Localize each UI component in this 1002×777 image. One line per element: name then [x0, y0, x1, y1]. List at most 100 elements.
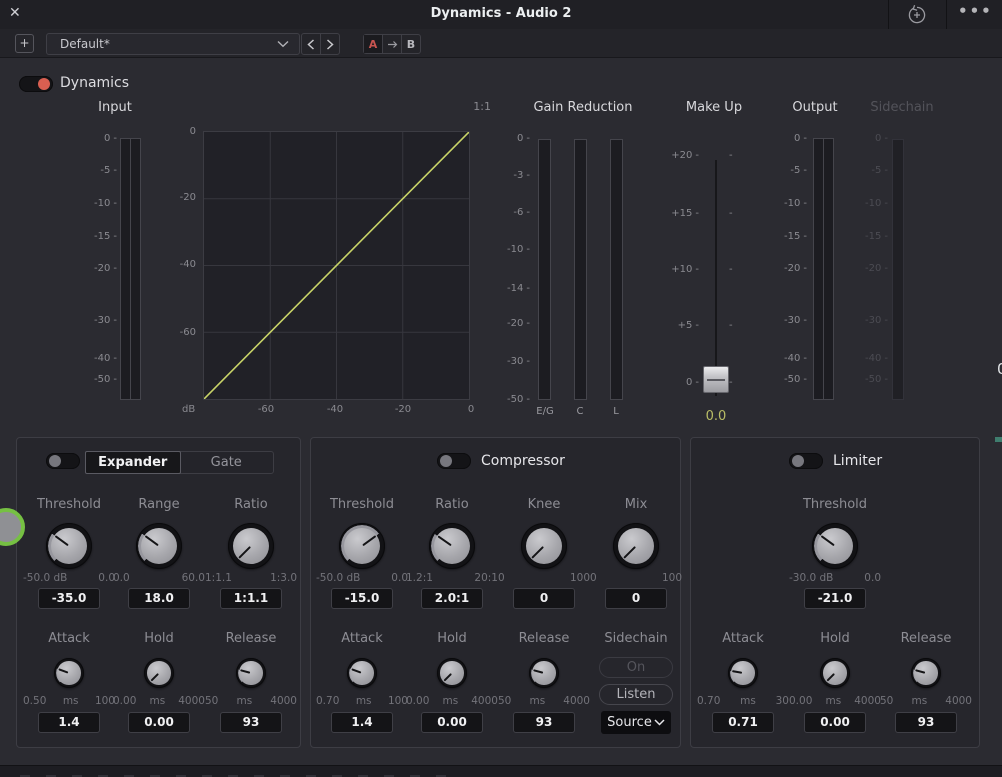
scale-label: -14	[496, 283, 530, 294]
limiter-hold-knob[interactable]	[820, 658, 850, 688]
reset-history-icon[interactable]	[906, 4, 928, 26]
chevron-down-icon	[654, 719, 665, 726]
compressor-release-value[interactable]: 93	[513, 712, 575, 733]
options-menu-icon[interactable]: •••	[958, 2, 993, 20]
compressor-release-knob[interactable]	[529, 658, 559, 688]
param-min: 50	[205, 695, 218, 707]
limiter-threshold-knob[interactable]	[812, 523, 858, 569]
sidechain-source-dropdown[interactable]: Source	[601, 711, 671, 734]
param-max: 4000	[178, 695, 205, 707]
compressor-mix-value[interactable]: 0	[605, 588, 667, 609]
expander-enable-toggle[interactable]	[46, 453, 80, 469]
expander-hold-param: Hold 0.00ms4000 0.00	[113, 631, 205, 733]
compressor-threshold-knob[interactable]	[339, 523, 385, 569]
sidechain-on-button[interactable]: On	[599, 657, 673, 678]
expander-release-knob[interactable]	[236, 658, 266, 688]
add-preset-button[interactable]: +	[15, 34, 34, 53]
expander-ratio-value[interactable]: 1:1.1	[220, 588, 282, 609]
compressor-enable-toggle[interactable]	[437, 453, 471, 469]
graph-y-label: -60	[166, 327, 196, 338]
expander-release-value[interactable]: 93	[220, 712, 282, 733]
compressor-hold-knob[interactable]	[437, 658, 467, 688]
chevron-down-icon	[277, 40, 289, 48]
dynamics-enable-toggle[interactable]	[19, 76, 53, 92]
previous-preset-button[interactable]	[302, 34, 321, 54]
toggle-dot	[49, 455, 61, 467]
ab-compare-b-button[interactable]: B	[401, 35, 420, 53]
makeup-value[interactable]: 0.0	[686, 409, 746, 424]
param-min: 0	[590, 572, 597, 584]
transfer-curve-graph[interactable]	[203, 131, 470, 400]
tab-expander[interactable]: Expander	[85, 451, 181, 474]
scale-label: -15	[847, 231, 888, 242]
ab-compare-group: A B	[363, 34, 421, 54]
sidechain-listen-button[interactable]: Listen	[599, 684, 673, 705]
limiter-hold-value[interactable]: 0.00	[804, 712, 866, 733]
compressor-knee-knob[interactable]	[521, 523, 567, 569]
expander-ratio-knob[interactable]	[228, 523, 274, 569]
scale-label: -40	[847, 353, 888, 364]
scale-label: -30	[496, 356, 530, 367]
makeup-fader-handle[interactable]	[703, 366, 729, 393]
graph-x-label: 0	[456, 404, 486, 415]
param-max: 100	[570, 572, 590, 584]
expander-hold-knob[interactable]	[144, 658, 174, 688]
param-min: -30.0 dB	[789, 572, 833, 584]
knob-pointer	[233, 655, 270, 692]
next-preset-button[interactable]	[321, 34, 339, 54]
limiter-attack-knob[interactable]	[728, 658, 758, 688]
expander-ratio-param: Ratio 1:1.11:3.0 1:1.1	[205, 497, 297, 609]
param-max: 1:3.0	[270, 572, 297, 584]
compressor-ratio-value[interactable]: 2.0:1	[421, 588, 483, 609]
graph-y-label: -20	[166, 192, 196, 203]
param-min: 1:1.1	[205, 572, 232, 584]
expander-hold-value[interactable]: 0.00	[128, 712, 190, 733]
makeup-fader-track[interactable]	[715, 160, 717, 396]
tab-gate[interactable]: Gate	[180, 452, 274, 473]
gain-reduction-meter-expander	[538, 139, 551, 400]
compressor-threshold-value[interactable]: -15.0	[331, 588, 393, 609]
gr-channel-label: E/G	[531, 406, 559, 417]
expander-attack-knob[interactable]	[54, 658, 84, 688]
scale-label: -15	[766, 231, 807, 242]
compressor-mix-knob[interactable]	[613, 523, 659, 569]
preset-dropdown[interactable]: Default*	[46, 33, 300, 55]
param-label: Range	[113, 497, 205, 513]
param-max: 20:1	[474, 572, 498, 584]
graph-y-label: 0	[166, 126, 196, 137]
scale-label: -20	[496, 318, 530, 329]
title-bar: ✕ Dynamics - Audio 2 •••	[0, 0, 1002, 30]
limiter-threshold-value[interactable]: -21.0	[804, 588, 866, 609]
param-unit: ms	[825, 695, 841, 707]
expander-threshold-knob[interactable]	[46, 523, 92, 569]
titlebar-divider	[946, 0, 947, 29]
limiter-release-knob[interactable]	[911, 658, 941, 688]
limiter-enable-toggle[interactable]	[789, 453, 823, 469]
compressor-attack-value[interactable]: 1.4	[331, 712, 393, 733]
expander-range-value[interactable]: 18.0	[128, 588, 190, 609]
limiter-attack-value[interactable]: 0.71	[712, 712, 774, 733]
compressor-ratio-knob[interactable]	[429, 523, 475, 569]
scale-label: -30	[76, 315, 117, 326]
param-unit: ms	[149, 695, 165, 707]
param-max: 30	[776, 695, 789, 707]
ab-copy-arrow-icon[interactable]	[382, 35, 401, 53]
ab-compare-a-button[interactable]: A	[364, 35, 382, 53]
limiter-release-param: Release 50ms4000 93	[880, 631, 972, 733]
compressor-attack-knob[interactable]	[347, 658, 377, 688]
sidechain-source-label: Source	[607, 711, 652, 734]
compressor-hold-value[interactable]: 0.00	[421, 712, 483, 733]
gain-reduction-section-label: Gain Reduction	[523, 100, 643, 115]
scale-label: -20	[847, 263, 888, 274]
param-label: Attack	[697, 631, 789, 647]
expander-range-knob[interactable]	[136, 523, 182, 569]
expander-threshold-value[interactable]: -35.0	[38, 588, 100, 609]
compressor-knee-value[interactable]: 0	[513, 588, 575, 609]
expander-attack-value[interactable]: 1.4	[38, 712, 100, 733]
param-max: 4000	[270, 695, 297, 707]
param-unit: ms	[356, 695, 372, 707]
scale-label: -15	[76, 231, 117, 242]
limiter-release-value[interactable]: 93	[895, 712, 957, 733]
scale-label: -30	[847, 315, 888, 326]
expander-threshold-param: Threshold -50.0 dB0.0 -35.0	[23, 497, 115, 609]
